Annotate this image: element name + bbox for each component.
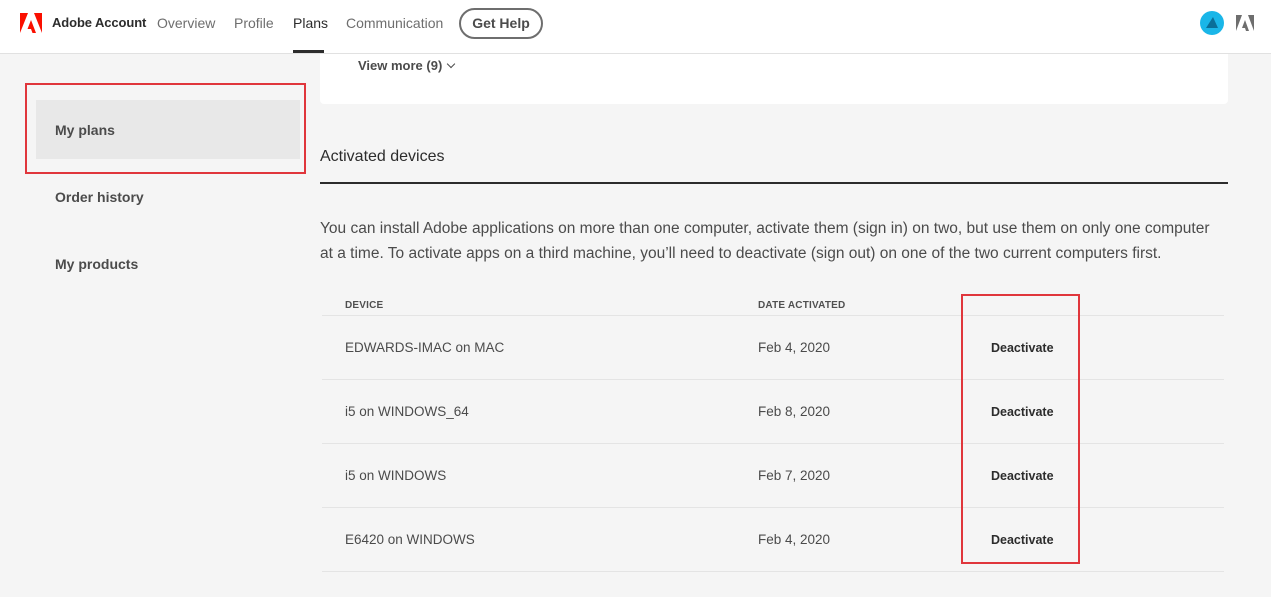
- nav-communication[interactable]: Communication: [346, 15, 443, 31]
- avatar[interactable]: [1200, 11, 1224, 35]
- active-nav-indicator: [293, 50, 324, 53]
- nav-overview[interactable]: Overview: [157, 15, 215, 31]
- device-name: i5 on WINDOWS: [345, 468, 447, 483]
- chevron-down-icon: [447, 59, 456, 69]
- highlight-box-deactivate: [961, 294, 1080, 564]
- avatar-shape-icon: [1206, 17, 1218, 28]
- sidebar-item-my-products[interactable]: My products: [55, 256, 138, 272]
- view-more-link[interactable]: View more (9): [358, 58, 456, 73]
- device-name: E6420 on WINDOWS: [345, 532, 475, 547]
- plans-card: [320, 54, 1228, 104]
- column-header-date: DATE ACTIVATED: [758, 300, 846, 311]
- column-header-device: DEVICE: [345, 300, 384, 311]
- date-activated: Feb 8, 2020: [758, 404, 831, 419]
- nav-plans[interactable]: Plans: [293, 15, 328, 31]
- section-divider: [320, 182, 1228, 184]
- table-divider: [322, 571, 1224, 572]
- date-activated: Feb 4, 2020: [758, 532, 831, 547]
- sidebar-item-order-history[interactable]: Order history: [55, 189, 144, 205]
- devices-description: You can install Adobe applications on mo…: [320, 216, 1228, 266]
- table-divider: [322, 315, 1224, 316]
- get-help-button[interactable]: Get Help: [459, 8, 543, 39]
- nav-profile[interactable]: Profile: [234, 15, 274, 31]
- date-activated: Feb 7, 2020: [758, 468, 831, 483]
- top-nav-bar: Adobe Account Overview Profile Plans Com…: [0, 0, 1271, 54]
- adobe-apps-icon[interactable]: [1236, 15, 1254, 31]
- brand-title[interactable]: Adobe Account: [52, 15, 146, 30]
- device-name: EDWARDS-IMAC on MAC: [345, 340, 505, 355]
- table-divider: [322, 443, 1224, 444]
- highlight-box-sidebar: [25, 83, 306, 174]
- description-line: You can install Adobe applications on mo…: [320, 220, 1210, 237]
- view-more-label: View more (9): [358, 58, 443, 73]
- device-name: i5 on WINDOWS_64: [345, 404, 469, 419]
- table-divider: [322, 507, 1224, 508]
- section-title: Activated devices: [320, 148, 445, 165]
- adobe-logo-icon[interactable]: [20, 13, 42, 33]
- table-divider: [322, 379, 1224, 380]
- description-line: at a time. To activate apps on a third m…: [320, 245, 1162, 262]
- date-activated: Feb 4, 2020: [758, 340, 831, 355]
